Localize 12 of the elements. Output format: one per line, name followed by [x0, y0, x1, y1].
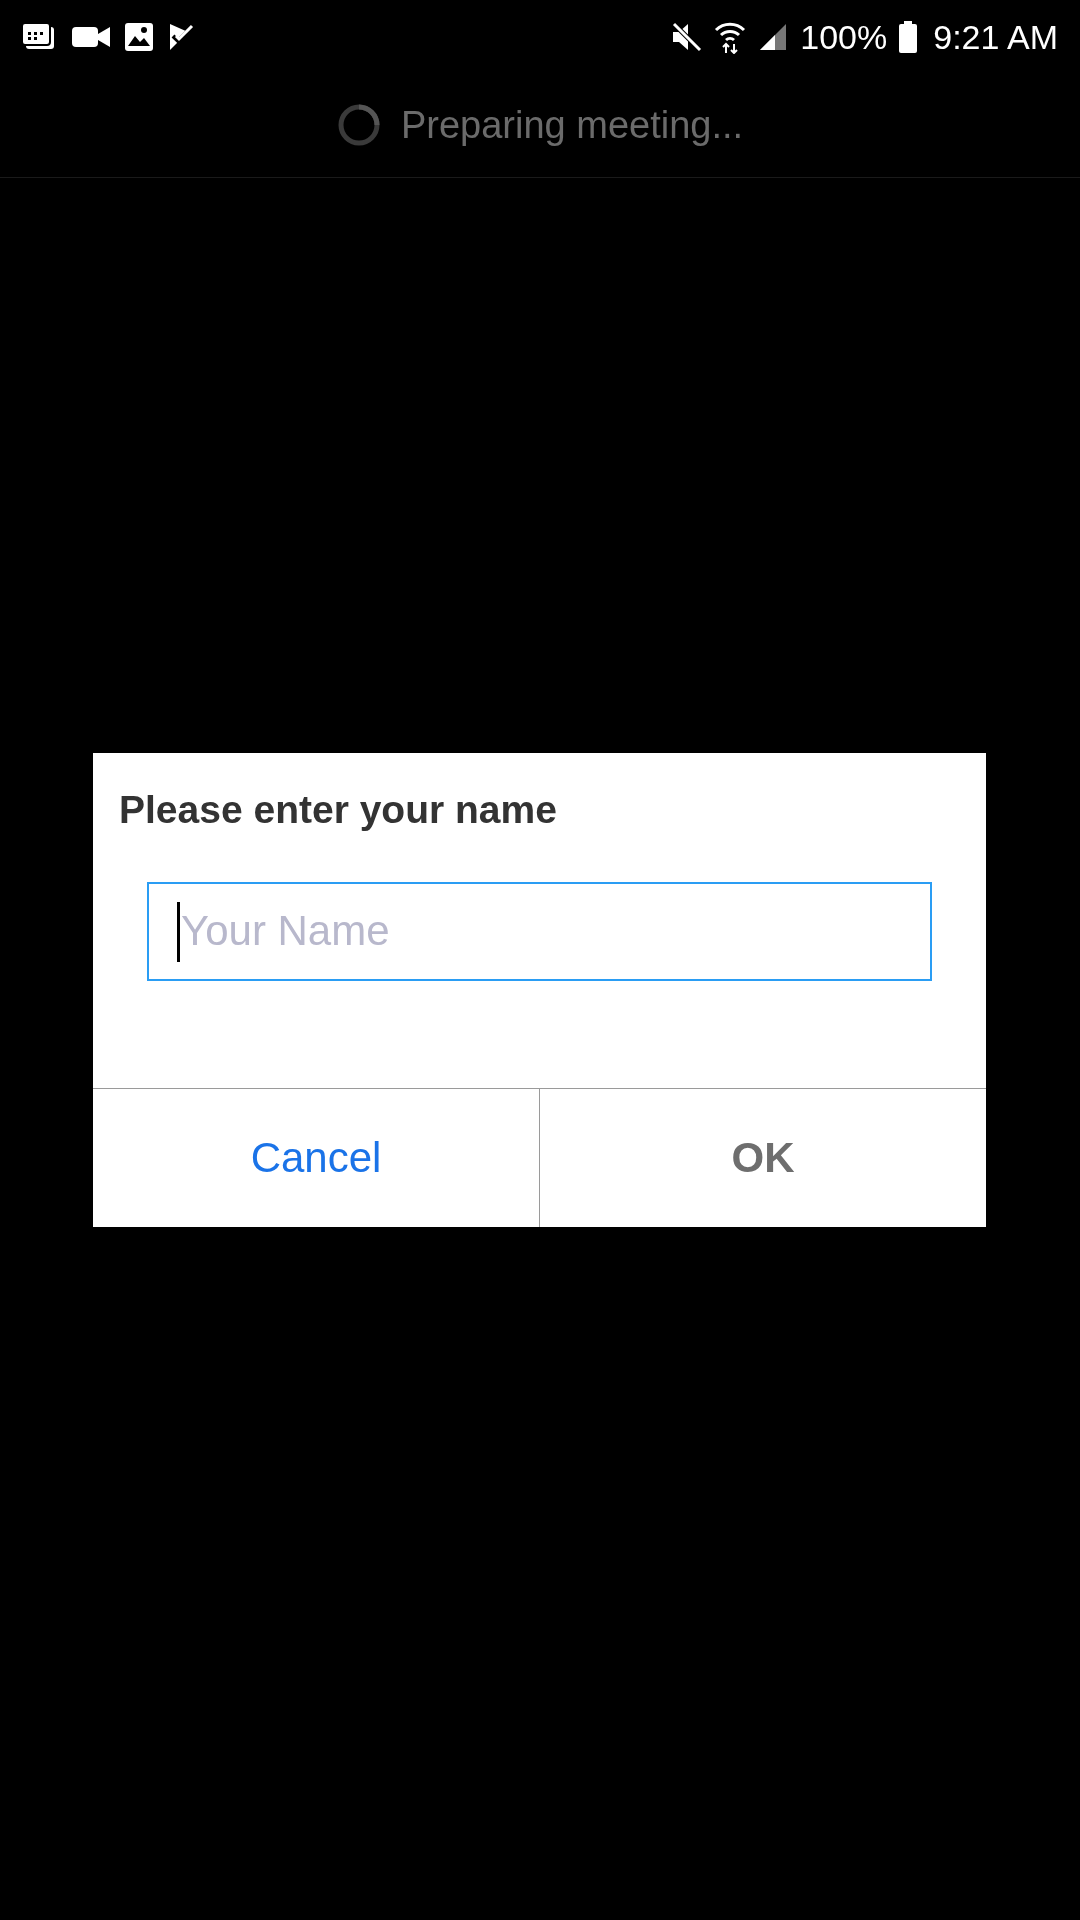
battery-icon [899, 20, 918, 53]
image-icon [124, 21, 154, 52]
name-input-field[interactable]: Your Name [147, 881, 932, 981]
loading-message: Preparing meeting... [400, 102, 744, 148]
loading-spinner-icon [336, 103, 381, 147]
battery-percentage: 100% [800, 19, 888, 54]
checkmark-icon [168, 21, 196, 52]
text-cursor [177, 901, 180, 962]
dialog-title: Please enter your name [119, 788, 557, 831]
mute-icon [670, 21, 703, 52]
video-camera-icon [72, 24, 110, 49]
clock-time: 9:21 AM [933, 19, 1058, 54]
